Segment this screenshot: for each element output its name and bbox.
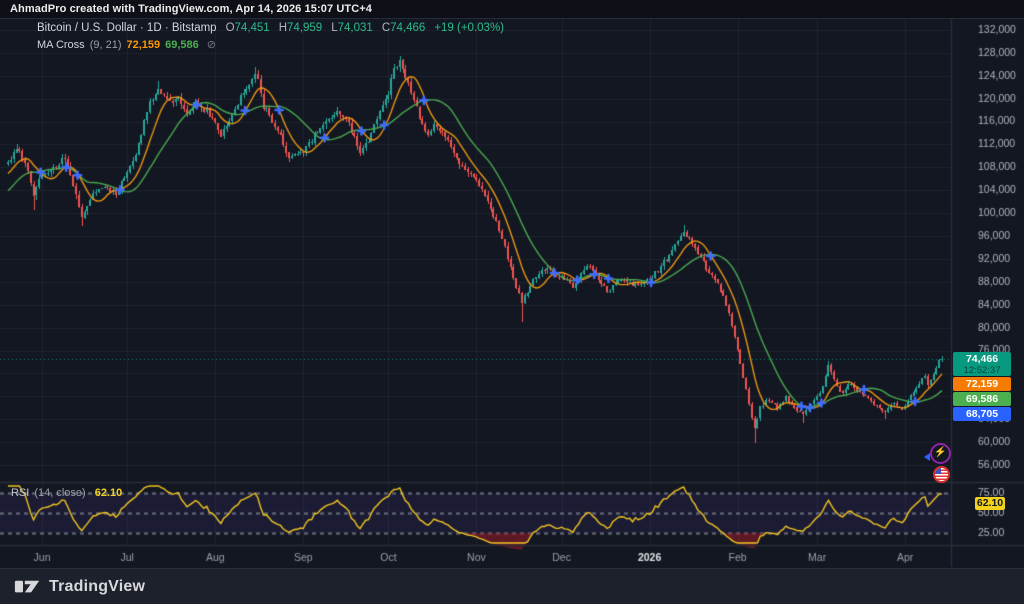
- hide-indicator-icon[interactable]: ⊘: [207, 38, 216, 51]
- attribution-text: AhmadPro created with TradingView.com, A…: [10, 3, 372, 15]
- ohlc-open: O74,451: [225, 22, 270, 34]
- cross-price-label: 68,705: [953, 407, 1011, 421]
- tradingview-logo-icon: [14, 580, 40, 593]
- flag-emoji-icon[interactable]: [933, 466, 950, 483]
- ma-cross-legend[interactable]: MA Cross (9, 21) 72,159 69,586 ⊘: [37, 38, 216, 52]
- symbol-legend[interactable]: Bitcoin / U.S. Dollar · 1D · Bitstamp O7…: [37, 22, 504, 34]
- ohlc-high: H74,959: [278, 22, 323, 34]
- last-price-label: 74,466 12:52:37: [953, 352, 1011, 376]
- ma-cross-label: MA Cross: [37, 38, 85, 51]
- change-value: +19 (+0.03%): [434, 22, 504, 34]
- ma-cross-params: (9, 21): [89, 38, 122, 51]
- boost-lightning-icon[interactable]: ⚡: [930, 443, 951, 464]
- tradingview-logo-text: TradingView: [49, 578, 146, 595]
- ma-slow-price-label: 69,586: [953, 392, 1011, 406]
- rsi-axis-label: 62.10: [975, 497, 1005, 510]
- ohlc-low: L74,031: [331, 22, 373, 34]
- tradingview-logo[interactable]: TradingView: [14, 578, 145, 596]
- ma-fast-value: 72,159: [126, 38, 161, 51]
- ma-fast-price-label: 72,159: [953, 377, 1011, 391]
- bar-countdown: 12:52:37: [963, 365, 1001, 376]
- rsi-value: 62.10: [94, 487, 123, 499]
- tradingview-snapshot: AhmadPro created with TradingView.com, A…: [0, 0, 1024, 604]
- ohlc-close: C74,466: [381, 22, 426, 34]
- rsi-legend[interactable]: RSI (14, close) 62.10: [11, 487, 122, 499]
- last-price-value: 74,466: [965, 353, 999, 365]
- rsi-params: (14, close): [34, 487, 86, 499]
- symbol-title: Bitcoin / U.S. Dollar · 1D · Bitstamp: [37, 22, 217, 34]
- ma-slow-value: 69,586: [165, 38, 199, 51]
- price-chart-canvas[interactable]: [0, 0, 1024, 604]
- rsi-label: RSI: [11, 487, 30, 499]
- brand-bar: TradingView: [0, 568, 1024, 604]
